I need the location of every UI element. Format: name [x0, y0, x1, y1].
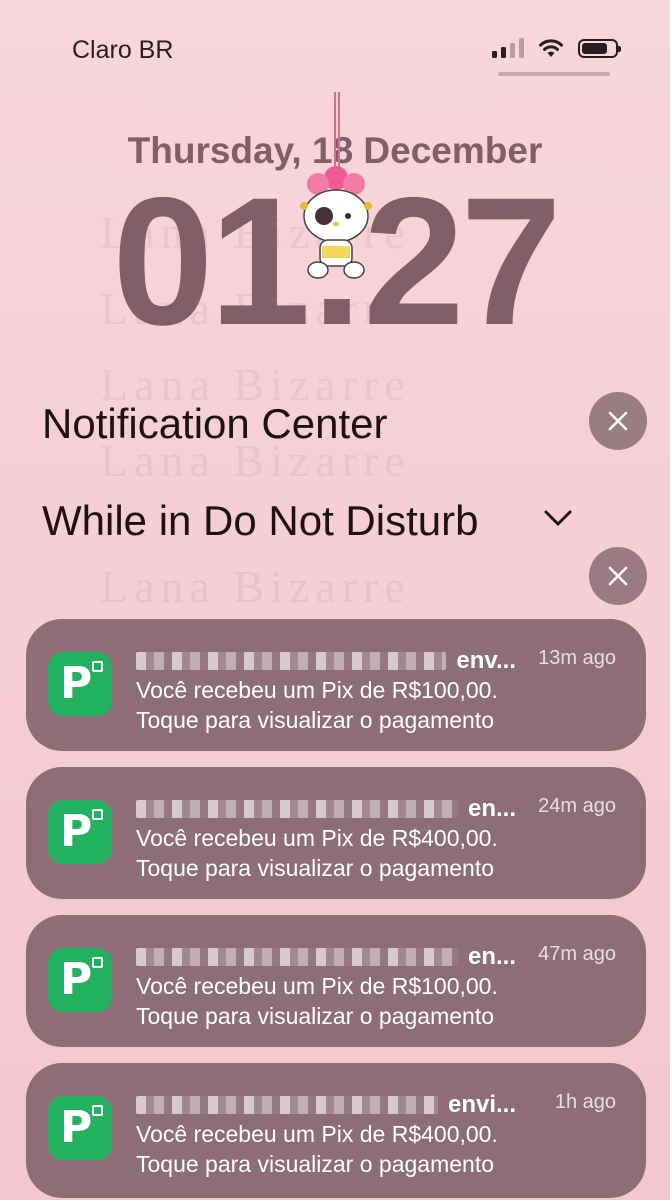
picpay-icon: P — [48, 1096, 112, 1160]
notification-message: Você recebeu um Pix de R$400,00. — [136, 1121, 498, 1147]
notification-sender: env... — [136, 647, 516, 675]
dnd-group-title[interactable]: While in Do Not Disturb — [42, 497, 478, 545]
notification-center-title: Notification Center — [42, 400, 388, 447]
notification-sender: en... — [136, 795, 516, 823]
notification-subtext: Toque para visualizar o pagamento — [136, 855, 495, 881]
notification-subtext: Toque para visualizar o pagamento — [136, 1151, 495, 1177]
notification-card[interactable]: P env... 13m ago Você recebeu um Pix de … — [26, 619, 646, 751]
redacted-name — [136, 948, 458, 966]
redacted-name — [136, 1096, 438, 1114]
notification-card[interactable]: P en... 24m ago Você recebeu um Pix de R… — [26, 767, 646, 899]
notification-sender: envi... — [136, 1091, 516, 1119]
redacted-name — [136, 800, 458, 818]
picpay-icon: P — [48, 948, 112, 1012]
notification-time: 1h ago — [554, 1091, 616, 1113]
sender-suffix: envi... — [447, 1091, 516, 1118]
picpay-icon: P — [48, 800, 112, 864]
carrier-name: Claro BR — [72, 36, 174, 64]
signal-icon — [492, 38, 524, 58]
close-icon — [608, 411, 628, 431]
battery-icon — [578, 38, 621, 58]
redacted-name — [136, 652, 447, 670]
notification-time: 13m ago — [538, 647, 616, 669]
sender-suffix: en... — [467, 795, 516, 822]
notification-time: 24m ago — [538, 795, 616, 817]
chevron-down-icon[interactable] — [540, 500, 576, 536]
notification-time: 47m ago — [538, 943, 616, 965]
status-icons — [492, 38, 621, 58]
wifi-icon — [539, 39, 563, 57]
top-grabber[interactable] — [498, 72, 610, 76]
clear-group-button[interactable] — [589, 547, 647, 605]
notification-message: Você recebeu um Pix de R$400,00. — [136, 825, 498, 851]
sender-suffix: en... — [467, 943, 516, 970]
notification-message: Você recebeu um Pix de R$100,00. — [136, 677, 498, 703]
notification-card[interactable]: P en... 47m ago Você recebeu um Pix de R… — [26, 915, 646, 1047]
watermark-text: Lana Bizarre — [100, 561, 411, 612]
notification-card[interactable]: P envi... 1h ago Você recebeu um Pix de … — [26, 1063, 646, 1198]
kitty-charm-icon — [300, 166, 372, 279]
notification-sender: en... — [136, 943, 516, 971]
notification-message: Você recebeu um Pix de R$100,00. — [136, 973, 498, 999]
notification-subtext: Toque para visualizar o pagamento — [136, 1003, 495, 1029]
close-icon — [608, 566, 628, 586]
picpay-icon: P — [48, 652, 112, 716]
charm-string — [334, 92, 340, 172]
notification-subtext: Toque para visualizar o pagamento — [136, 707, 495, 733]
clear-all-button[interactable] — [589, 392, 647, 450]
sender-suffix: env... — [456, 647, 516, 674]
